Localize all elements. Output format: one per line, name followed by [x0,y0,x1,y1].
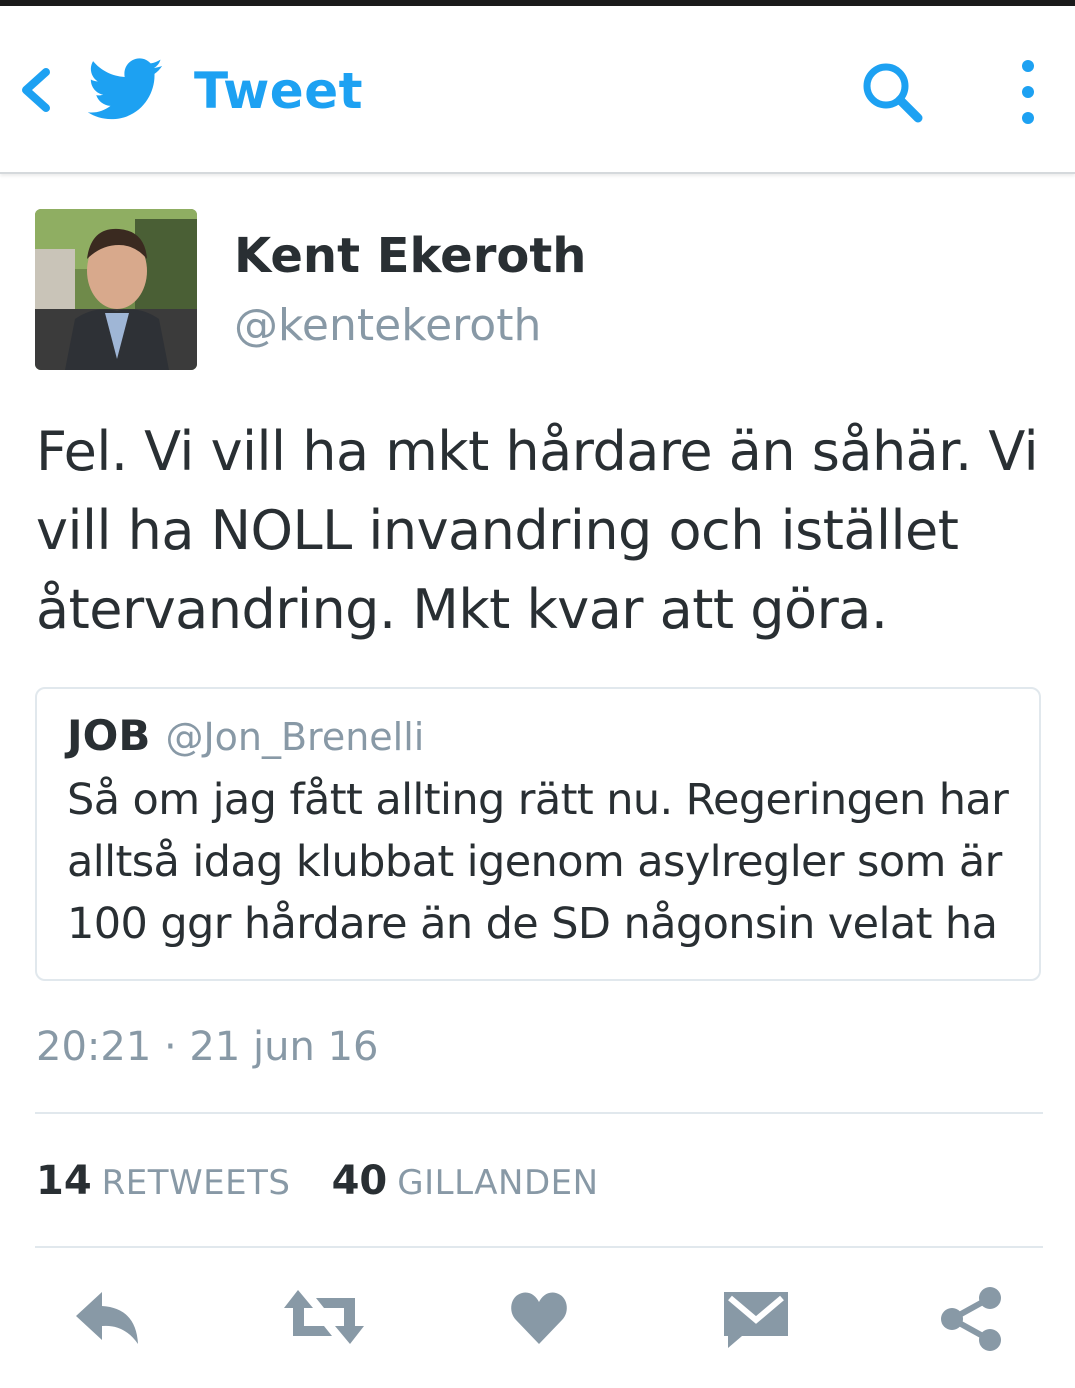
search-icon[interactable] [860,60,926,126]
divider [35,1112,1043,1114]
likes-label: GILLANDEN [397,1163,599,1203]
quoted-tweet-text: Så om jag fått allting rätt nu. Regering… [67,775,1009,949]
likes-count: 40 [331,1158,388,1204]
likes-stat[interactable]: 40 GILLANDEN [332,1158,635,1204]
like-icon[interactable] [508,1286,570,1348]
tweet-text: Fel. Vi vill ha mkt hårdare än såhär. Vi… [36,420,1039,641]
overflow-menu-icon[interactable] [1010,56,1046,132]
quoted-tweet-card[interactable]: JOB @Jon_Brenelli Så om jag fått allting… [35,687,1041,981]
retweets-label: RETWEETS [101,1163,291,1203]
quoted-author-name: JOB [67,711,151,760]
quoted-author-handle: @Jon_Brenelli [165,715,425,759]
author-avatar[interactable] [35,209,197,370]
back-arrow-icon[interactable] [18,66,54,114]
divider [35,1246,1043,1248]
author-handle[interactable]: @kentekeroth [234,300,541,351]
retweets-count: 14 [36,1158,92,1204]
app-bar: Tweet [0,6,1075,174]
retweets-stat[interactable]: 14 RETWEETS [36,1158,332,1204]
reply-icon[interactable] [72,1286,144,1348]
direct-message-icon[interactable] [722,1286,790,1348]
tweet-timestamp: 20:21 · 21 jun 16 [36,1024,379,1070]
author-name[interactable]: Kent Ekeroth [234,228,586,284]
quoted-tweet-header: JOB @Jon_Brenelli [67,711,424,760]
tweet-detail-screen: Tweet Kent Ekeroth @kentekeroth Fel. Vi … [0,0,1075,1388]
engagement-stats: 14 RETWEETS 40 GILLANDEN [36,1158,635,1204]
retweet-icon[interactable] [282,1286,366,1348]
twitter-bird-icon [88,58,163,120]
page-title: Tweet [194,62,364,120]
share-icon[interactable] [938,1286,1004,1352]
